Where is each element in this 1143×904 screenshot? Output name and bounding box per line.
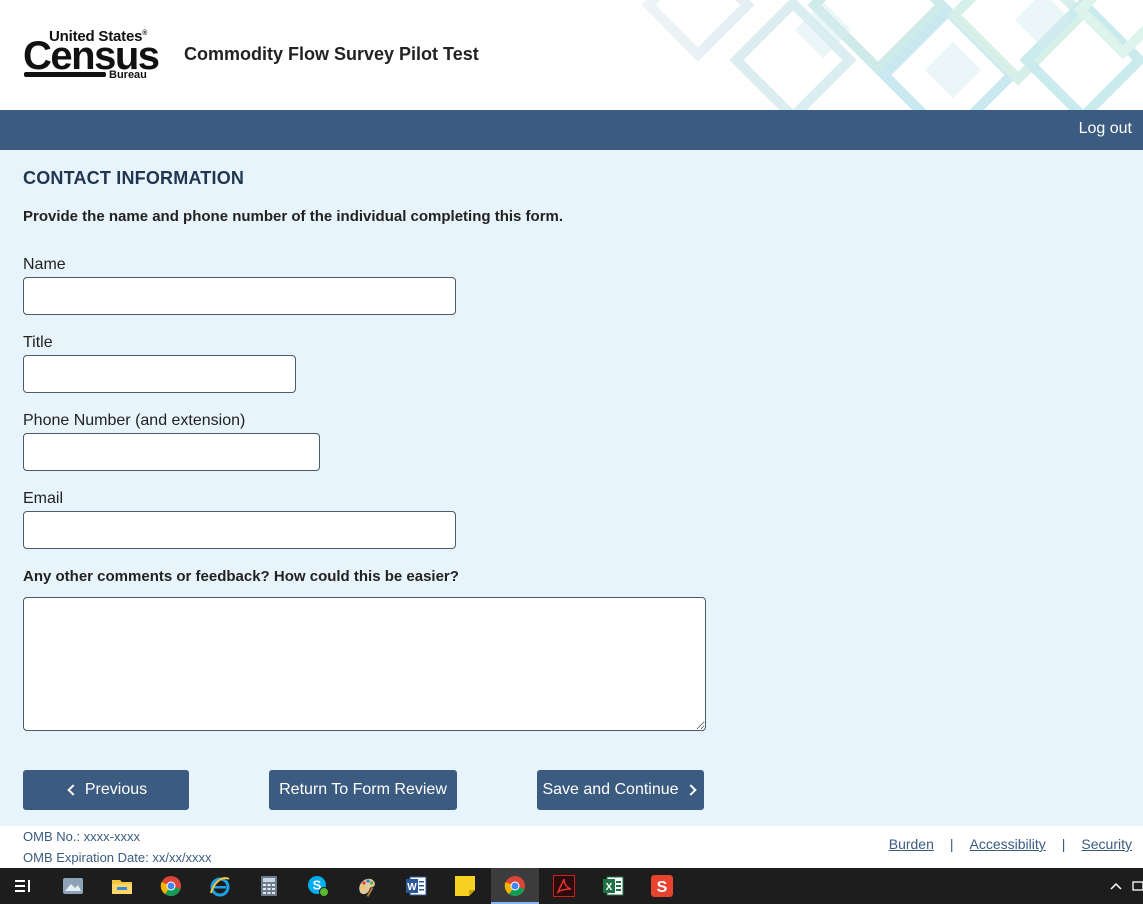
tray-icon[interactable] [1131,879,1143,893]
omb-expiration: OMB Expiration Date: xx/xx/xxxx [23,850,212,865]
excel-icon[interactable]: X [602,875,624,897]
svg-text:W: W [407,882,417,893]
section-title: CONTACT INFORMATION [23,168,245,188]
windows-taskbar: S W X S [0,868,1143,904]
phone-input[interactable] [23,433,320,471]
logout-link[interactable]: Log out [1079,120,1132,138]
word-icon[interactable]: W [405,875,427,897]
security-link[interactable]: Security [1081,836,1132,852]
title-label: Title [23,334,53,351]
file-explorer-icon[interactable] [111,875,133,897]
task-view-icon[interactable] [12,875,34,897]
return-to-review-button[interactable]: Return To Form Review [269,770,457,810]
sticky-notes-icon[interactable] [454,875,476,897]
logo-bureau: Bureau [109,69,147,81]
acrobat-icon[interactable] [553,875,575,897]
photos-icon[interactable] [62,875,84,897]
nav-bar: Log out [0,110,1143,150]
save-continue-label: Save and Continue [542,781,679,798]
accessibility-link[interactable]: Accessibility [970,836,1046,852]
chevron-right-icon [684,784,697,796]
title-input[interactable] [23,355,296,393]
chrome-icon[interactable] [160,875,182,897]
skype-icon[interactable]: S [307,875,329,897]
snagit-icon[interactable]: S [651,875,673,897]
burden-link[interactable]: Burden [889,836,934,852]
chevron-up-icon[interactable] [1109,880,1123,892]
footer-separator: | [1061,836,1066,852]
previous-button[interactable]: Previous [23,770,189,810]
name-input[interactable] [23,277,456,315]
footer-links: Burden | Accessibility | Security [889,836,1132,852]
omb-number: OMB No.: xxxx-xxxx [23,829,141,844]
census-logo[interactable]: United States® Census Bureau [23,28,160,82]
calculator-icon[interactable] [258,875,280,897]
internet-explorer-icon[interactable] [209,875,231,897]
phone-label: Phone Number (and extension) [23,412,246,429]
site-header: United States® Census Bureau Commodity F… [0,0,1143,110]
svg-text:S: S [657,879,668,896]
save-continue-button[interactable]: Save and Continue [537,770,704,810]
app-title: Commodity Flow Survey Pilot Test [184,44,479,64]
paint-icon[interactable] [356,875,378,897]
comments-label: Any other comments or feedback? How coul… [23,568,459,585]
email-input[interactable] [23,511,456,549]
return-to-review-label: Return To Form Review [279,781,447,798]
chrome-active-icon[interactable] [504,875,526,897]
chevron-left-icon [67,784,79,796]
logo-underline [24,72,106,77]
comments-textarea[interactable] [23,597,706,731]
footer-separator: | [949,836,954,852]
svg-text:X: X [606,882,613,893]
email-label: Email [23,490,64,507]
page-footer: OMB No.: xxxx-xxxx OMB Expiration Date: … [0,826,1143,868]
name-label: Name [23,256,66,273]
header-decoration [503,0,1143,110]
previous-button-label: Previous [84,781,148,798]
form-instructions: Provide the name and phone number of the… [23,208,564,225]
